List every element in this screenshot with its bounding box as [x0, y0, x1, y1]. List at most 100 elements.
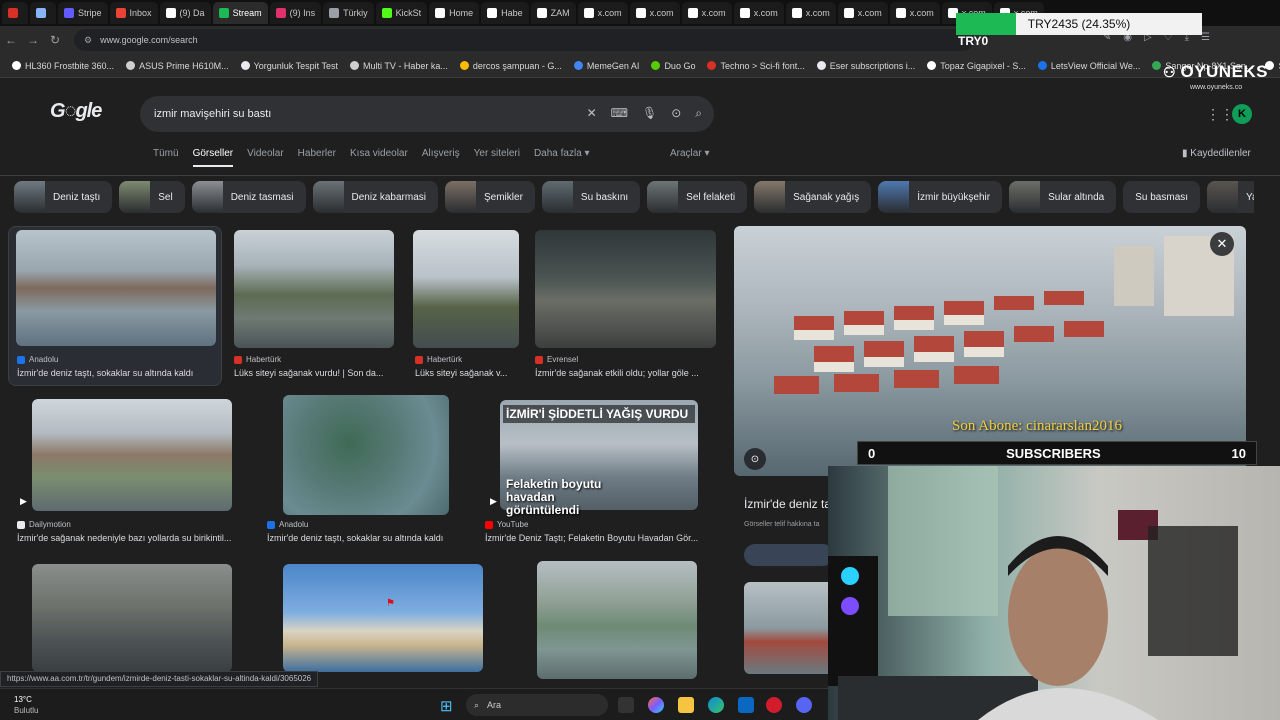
- browser-tab[interactable]: [2, 2, 28, 24]
- forward-icon[interactable]: →: [22, 33, 44, 47]
- search-tab[interactable]: Haberler: [298, 148, 336, 167]
- google-logo[interactable]: G◌gle: [50, 100, 102, 123]
- browser-tab[interactable]: x.com: [837, 2, 888, 24]
- opera-icon[interactable]: [766, 697, 782, 713]
- menu-icon[interactable]: ☰: [1201, 32, 1210, 43]
- preview-visit-button[interactable]: [744, 544, 834, 566]
- browser-tab[interactable]: x.com: [785, 2, 836, 24]
- search-icon[interactable]: ⌕: [695, 106, 702, 121]
- taskbar-search[interactable]: ⌕ Ara: [466, 694, 608, 716]
- search-tab[interactable]: Kısa videolar: [350, 148, 408, 167]
- browser-tab[interactable]: x.com: [681, 2, 732, 24]
- result-title-1[interactable]: İzmir'de deniz taştı, sokaklar su altınd…: [17, 368, 217, 378]
- result-image[interactable]: [537, 561, 697, 679]
- browser-tab[interactable]: Stripe: [58, 2, 108, 24]
- chip-label: Deniz kabarmasi: [351, 191, 426, 203]
- browser-tab[interactable]: x.com: [577, 2, 628, 24]
- file-explorer-icon[interactable]: [678, 697, 694, 713]
- clear-icon[interactable]: ✕: [587, 106, 597, 121]
- related-chip[interactable]: Sel: [119, 181, 185, 213]
- saved-button[interactable]: ▮ Kaydedilenler: [1182, 148, 1251, 159]
- related-chip[interactable]: Deniz kabarmasi: [312, 181, 438, 213]
- lens-icon[interactable]: ⊙: [671, 106, 681, 121]
- tools-button[interactable]: Araçlar ▾: [670, 148, 709, 159]
- bookmark-item[interactable]: Multi TV - Haber ka...: [344, 61, 454, 71]
- browser-tab[interactable]: (9) Da: [159, 2, 211, 24]
- bookmark-item[interactable]: MemeGen AI: [568, 61, 646, 71]
- result-image[interactable]: [413, 230, 519, 348]
- bookmark-item[interactable]: Eser subscriptions i...: [811, 61, 922, 71]
- result-title-5[interactable]: İzmir'de sağanak nedeniyle bazı yollarda…: [17, 533, 249, 543]
- browser-tab[interactable]: KickSt: [375, 2, 428, 24]
- result-image[interactable]: [32, 399, 232, 511]
- avatar[interactable]: K: [1232, 104, 1252, 124]
- preview-image[interactable]: [734, 226, 1246, 476]
- weather-widget[interactable]: 13°C Bulutlu: [14, 694, 38, 716]
- result-title-4[interactable]: İzmir'de sağanak etkili oldu; yollar göl…: [535, 368, 716, 378]
- url-field[interactable]: ⚙ www.google.com/search: [74, 29, 974, 51]
- bookmark-item[interactable]: HL360 Frostbite 360...: [6, 61, 120, 71]
- mic-icon[interactable]: 🎙: [642, 106, 657, 121]
- search-input[interactable]: izmir mavişehiri su bastı ✕ ⌨ 🎙 ⊙ ⌕: [140, 96, 714, 132]
- browser-tab[interactable]: x.com: [889, 2, 940, 24]
- bookmark-item[interactable]: LetsView Official We...: [1032, 61, 1147, 71]
- search-tab[interactable]: Görseller: [192, 148, 234, 167]
- bookmark-item[interactable]: ASUS Prime H610M...: [120, 61, 235, 71]
- search-tab[interactable]: Yer siteleri: [474, 148, 520, 167]
- reload-icon[interactable]: ↻: [44, 33, 66, 47]
- preview-title[interactable]: İzmir'de deniz ta: [744, 497, 831, 511]
- browser-tab[interactable]: Habe: [481, 2, 529, 24]
- browser-tab[interactable]: x.com: [733, 2, 784, 24]
- browser-tab[interactable]: Türkiy: [323, 2, 374, 24]
- discord-icon[interactable]: [796, 697, 812, 713]
- result-image[interactable]: [32, 564, 232, 672]
- related-chip[interactable]: Sağanak yağış: [754, 181, 872, 213]
- bookmark-item[interactable]: dercos şampuan - G...: [454, 61, 568, 71]
- related-chip[interactable]: Deniz taştı: [14, 181, 113, 213]
- bookmark-item[interactable]: Duo Go: [645, 61, 701, 71]
- search-tab[interactable]: Tümü: [153, 148, 179, 167]
- edge-icon[interactable]: [708, 697, 724, 713]
- copilot-icon[interactable]: [648, 697, 664, 713]
- related-chip[interactable]: Su basması: [1123, 181, 1201, 213]
- preview-related-image[interactable]: [744, 582, 834, 674]
- result-title-3[interactable]: Lüks siteyi sağanak v...: [415, 368, 519, 378]
- site-info-icon[interactable]: ⚙: [84, 35, 92, 46]
- back-icon[interactable]: ←: [0, 33, 22, 47]
- related-chip[interactable]: İzmir büyükşehir: [878, 181, 1003, 213]
- task-view-icon[interactable]: [618, 697, 634, 713]
- close-preview-button[interactable]: ✕: [1210, 232, 1234, 256]
- search-tab[interactable]: Daha fazla ▾: [534, 148, 590, 167]
- related-chip[interactable]: Şemikler: [445, 181, 535, 213]
- tab-label: x.com: [857, 8, 882, 18]
- bookmark-item[interactable]: Techno > Sci-fi font...: [701, 61, 810, 71]
- result-image[interactable]: [283, 395, 449, 515]
- browser-tab[interactable]: [30, 2, 56, 24]
- bookmark-item[interactable]: Topaz Gigapixel - S...: [921, 61, 1032, 71]
- browser-tab[interactable]: x.com: [629, 2, 680, 24]
- store-icon[interactable]: [738, 697, 754, 713]
- related-chip[interactable]: Su baskını: [541, 181, 641, 213]
- related-chip[interactable]: Sular altında: [1009, 181, 1117, 213]
- result-image[interactable]: [535, 230, 716, 348]
- result-image[interactable]: [234, 230, 394, 348]
- keyboard-icon[interactable]: ⌨: [611, 106, 628, 121]
- browser-tab[interactable]: (9) Ins: [269, 2, 322, 24]
- search-tab[interactable]: Videolar: [247, 148, 284, 167]
- browser-tab[interactable]: Stream: [212, 2, 268, 24]
- related-chip[interactable]: Sel felaketi: [647, 181, 748, 213]
- result-image[interactable]: [16, 230, 216, 346]
- visual-search-icon[interactable]: ⊙: [744, 448, 766, 470]
- result-title-2[interactable]: Lüks siteyi sağanak vurdu! | Son da...: [234, 368, 399, 378]
- search-tab[interactable]: Alışveriş: [422, 148, 460, 167]
- result-title-7[interactable]: İzmir'de Deniz Taştı; Felaketin Boyutu H…: [485, 533, 715, 543]
- result-image[interactable]: [283, 564, 483, 672]
- windows-start-icon[interactable]: ⊞: [440, 697, 453, 715]
- browser-tab[interactable]: Inbox: [109, 2, 158, 24]
- result-title-6[interactable]: İzmir'de deniz taştı, sokaklar su altınd…: [267, 533, 467, 543]
- browser-tab[interactable]: ZAM: [530, 2, 576, 24]
- browser-tab[interactable]: Home: [429, 2, 480, 24]
- related-chip[interactable]: Deniz tasmasi: [191, 181, 306, 213]
- related-chip[interactable]: Yağmur: [1207, 181, 1254, 213]
- bookmark-item[interactable]: Yorgunluk Tespit Test: [235, 61, 344, 71]
